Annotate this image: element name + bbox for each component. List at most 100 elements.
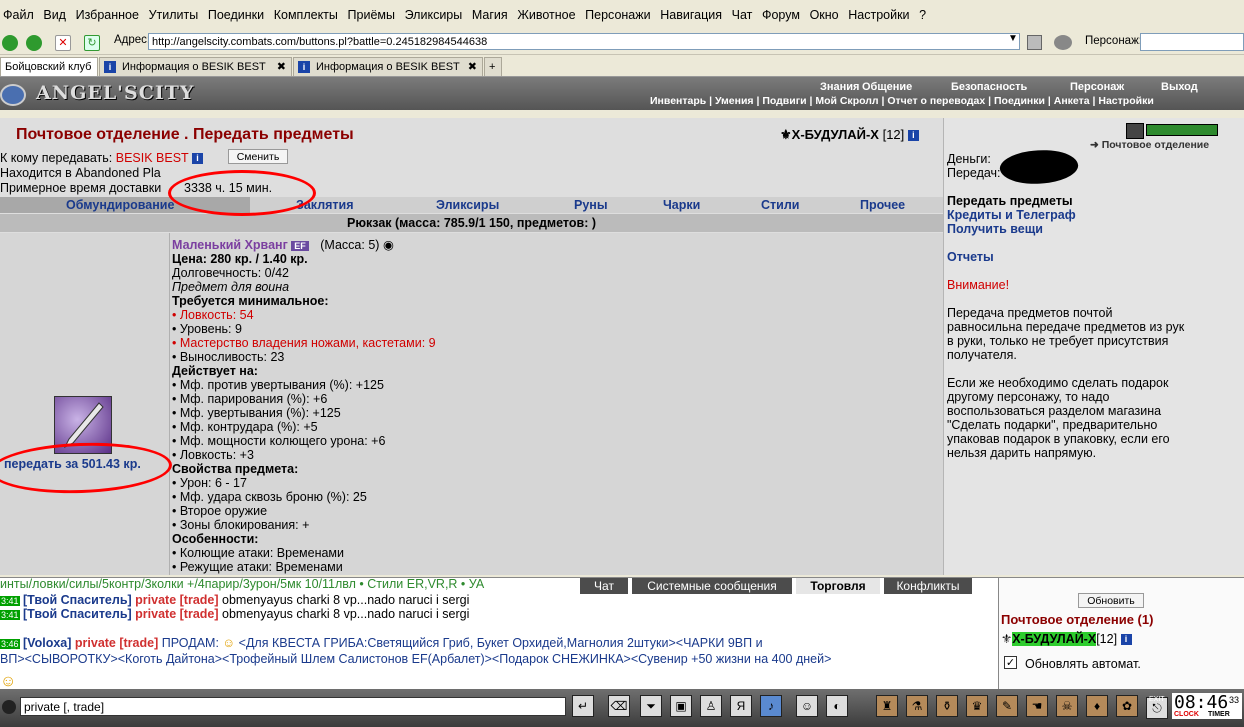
menu-elixirs[interactable]: Эликсиры (402, 0, 466, 22)
hand-icon[interactable]: ☚ (1026, 695, 1048, 717)
menu-window[interactable]: Окно (807, 0, 842, 22)
chest-icon[interactable]: ♛ (966, 695, 988, 717)
info-icon[interactable]: i (907, 130, 919, 142)
back-icon[interactable] (2, 35, 18, 51)
change-recipient-button[interactable]: Сменить (228, 149, 288, 164)
monitor-icon[interactable]: ▣ (670, 695, 692, 717)
menu-bar: Файл Вид Избранное Утилиты Поединки Комп… (0, 0, 1244, 33)
menu-magic[interactable]: Магия (469, 0, 511, 22)
menu-file[interactable]: Файл (0, 0, 37, 22)
category-elixirs[interactable]: Эликсиры (436, 198, 499, 212)
clock-label[interactable]: CLOCK (1174, 711, 1199, 718)
screenshot-icon[interactable] (1027, 35, 1042, 50)
timer-label[interactable]: TIMER (1208, 711, 1230, 718)
new-tab-icon[interactable]: + (484, 57, 502, 76)
smiley-icon[interactable]: ☺ (796, 695, 818, 717)
category-other[interactable]: Прочее (860, 198, 905, 212)
private-tag[interactable]: private [trade] (135, 593, 218, 607)
category-charms[interactable]: Чарки (663, 198, 700, 212)
link-reports[interactable]: Отчеты (947, 250, 994, 264)
mask-icon[interactable]: ◐ (826, 695, 848, 717)
sender[interactable]: [Твой Спаситель] (23, 593, 132, 607)
item-name-row[interactable]: Маленький Хрванг EF (Масса: 5) ◉ (172, 237, 394, 252)
refresh-button[interactable]: Обновить (1078, 593, 1144, 608)
private-tag[interactable]: private [trade] (75, 636, 158, 650)
breadcrumb[interactable]: ➜ Почтовое отделение (1090, 139, 1209, 151)
chevron-down-icon[interactable]: ▼ (1008, 33, 1018, 44)
bag-icon[interactable]: ♜ (876, 695, 898, 717)
item-property: Свойства предмета: (172, 462, 299, 476)
paw-icon[interactable]: ✿ (1116, 695, 1138, 717)
menu-utilities[interactable]: Утилиты (146, 0, 202, 22)
menu-favorites[interactable]: Избранное (73, 0, 142, 22)
forward-icon[interactable] (26, 35, 42, 51)
address-input[interactable]: http://angelscity.combats.com/buttons.pl… (148, 33, 1020, 50)
info-icon[interactable]: i (191, 153, 203, 165)
category-equipment[interactable]: Обмундирование (66, 198, 174, 212)
map-icon[interactable] (1126, 123, 1144, 139)
link-transfer-items[interactable]: Передать предметы (947, 194, 1073, 208)
chat-input[interactable]: private [, trade] (20, 697, 566, 716)
potion-icon[interactable]: ⚗ (906, 695, 928, 717)
top-link-security[interactable]: Безопасность (951, 81, 1027, 93)
tab-trade[interactable]: Торговля (796, 578, 880, 594)
tab-fight-club[interactable]: Бойцовский клуб (0, 57, 98, 76)
category-styles[interactable]: Стили (761, 198, 799, 212)
auto-refresh-checkbox[interactable]: ✓ (1004, 656, 1017, 669)
gem-icon[interactable]: ♦ (1086, 695, 1108, 717)
sub-navigation[interactable]: Инвентарь | Умения | Подвиги | Мой Скрол… (650, 95, 1244, 108)
recipient-name[interactable]: BESIK BEST (116, 151, 189, 165)
smiley-icon: ☺ (0, 673, 17, 690)
tab-conflicts[interactable]: Конфликты (884, 578, 972, 594)
menu-help[interactable]: ? (916, 0, 929, 22)
menu-navigation[interactable]: Навигация (657, 0, 725, 22)
menu-animal[interactable]: Животное (514, 0, 578, 22)
gourd-icon[interactable]: ⚱ (936, 695, 958, 717)
item-property: • Ловкость: +3 (172, 448, 254, 462)
send-icon[interactable]: ↵ (572, 695, 594, 717)
menu-sets[interactable]: Комплекты (271, 0, 341, 22)
tab-info-1[interactable]: i Информация о BESIK BEST ✖ (99, 57, 292, 76)
link-receive-items[interactable]: Получить вещи (947, 222, 1043, 236)
menu-settings[interactable]: Настройки (845, 0, 912, 22)
top-link-exit[interactable]: Выход (1161, 81, 1198, 93)
room-player[interactable]: ⚜Х-БУДУЛАЙ-Х[12] i (1001, 631, 1132, 646)
info-icon[interactable]: i (1120, 634, 1132, 646)
category-runes[interactable]: Руны (574, 198, 608, 212)
translit-icon[interactable]: Я (730, 695, 752, 717)
close-icon[interactable]: ✖ (468, 58, 477, 77)
music-icon[interactable]: ♪ (760, 695, 782, 717)
persona-input[interactable] (1140, 33, 1244, 51)
menu-tricks[interactable]: Приёмы (345, 0, 398, 22)
tab-system-messages[interactable]: Системные сообщения (632, 578, 792, 594)
tab-info-2[interactable]: i Информация о BESIK BEST ✖ (293, 57, 483, 76)
filter-icon[interactable]: ⏷ (640, 695, 662, 717)
top-link-communication[interactable]: Общение (862, 81, 912, 93)
runner-icon[interactable]: ♙ (700, 695, 722, 717)
menu-fights[interactable]: Поединки (205, 0, 267, 22)
private-tag[interactable]: private [trade] (135, 607, 218, 621)
exit-icon[interactable]: EXIT ⎋ (1146, 696, 1168, 719)
eraser-icon[interactable]: ⌫ (608, 695, 630, 717)
link-credits-telegraph[interactable]: Кредиты и Телеграф (947, 208, 1076, 222)
users-icon[interactable] (1054, 35, 1072, 50)
top-link-knowledge[interactable]: Знания (820, 81, 859, 93)
menu-chat[interactable]: Чат (729, 0, 756, 22)
refresh-icon[interactable]: ↻ (84, 35, 100, 51)
sender[interactable]: [Voloxa] (23, 636, 71, 650)
menu-forum[interactable]: Форум (759, 0, 803, 22)
stop-icon[interactable]: ✕ (55, 35, 71, 51)
menu-view[interactable]: Вид (40, 0, 69, 22)
player-nameplate[interactable]: ⚜Х-БУДУЛАЙ-Х [12] i (780, 127, 919, 143)
menu-characters[interactable]: Персонажи (582, 0, 653, 22)
globe-icon[interactable]: ◉ (383, 238, 394, 252)
top-link-character[interactable]: Персонаж (1070, 81, 1124, 93)
tab-chat[interactable]: Чат (580, 578, 628, 594)
scroll-icon[interactable]: ✎ (996, 695, 1018, 717)
close-icon[interactable]: ✖ (277, 58, 286, 77)
annotation-circle (168, 170, 316, 216)
helmet-icon[interactable] (2, 700, 16, 714)
skull-icon[interactable]: ☠ (1056, 695, 1078, 717)
sender[interactable]: [Твой Спаситель] (23, 607, 132, 621)
transfers-label: Передач: (947, 166, 1001, 180)
